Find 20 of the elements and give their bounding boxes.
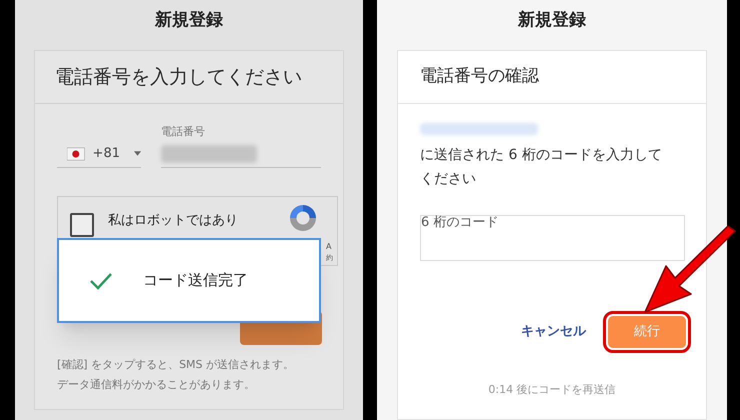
- instruction-text: に送信された 6 桁のコードを入力してください: [420, 146, 663, 188]
- flag-icon: [67, 146, 85, 160]
- captcha-checkbox[interactable]: [70, 213, 94, 237]
- screen-title: 新規登録: [155, 9, 223, 32]
- captcha-label: 私はロボットではあり: [108, 212, 238, 230]
- field-label: 電話番号: [161, 124, 206, 140]
- toast-message: コード送信完了: [143, 270, 248, 292]
- resend-timer: 0:14 後にコードを再送信: [487, 382, 617, 398]
- code-field[interactable]: 6 桁のコード: [420, 214, 685, 260]
- country-select[interactable]: +81: [57, 140, 141, 168]
- notice-text: データ通信料がかかることがあります。: [57, 377, 255, 393]
- caret-icon: [134, 151, 141, 156]
- cancel-button[interactable]: キャンセル: [521, 316, 586, 348]
- card-heading: 電話番号を入力してください: [55, 64, 302, 90]
- check-icon: [89, 272, 113, 290]
- captcha-brand-text: A: [326, 241, 332, 253]
- captcha-logo-icon: [290, 205, 316, 231]
- notice-text: [確認] をタップすると、SMS が送信されます。: [57, 357, 294, 373]
- card-heading: 電話番号の確認: [420, 64, 539, 88]
- screen-title: 新規登録: [518, 9, 586, 32]
